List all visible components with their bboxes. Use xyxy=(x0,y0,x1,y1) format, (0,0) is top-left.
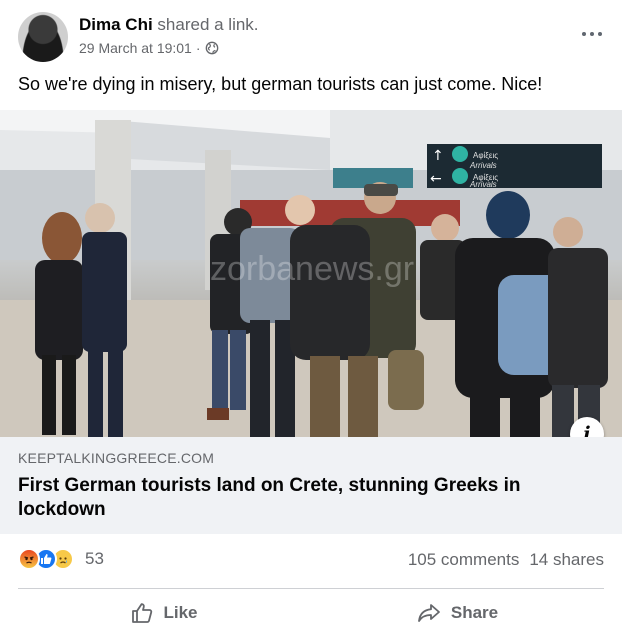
svg-text:↑: ↑ xyxy=(432,148,444,164)
thumbs-up-icon xyxy=(132,603,153,623)
author-action: shared a link. xyxy=(157,15,259,34)
post-actions: Like Share xyxy=(18,594,604,632)
globe-icon xyxy=(205,41,218,55)
author-name[interactable]: Dima Chi xyxy=(79,15,153,34)
shares-count[interactable]: 14 shares xyxy=(529,550,604,570)
comments-count[interactable]: 105 comments xyxy=(408,550,520,570)
actions-divider xyxy=(18,588,604,589)
link-preview-card[interactable]: Αφίξεις Arrivals Αφίξεις Arrivals ↑ ← zo… xyxy=(0,110,622,534)
post-text: So we're dying in misery, but german tou… xyxy=(18,74,543,94)
sign-arrivals-top: Arrivals xyxy=(469,161,497,170)
more-options-icon[interactable] xyxy=(574,20,610,48)
arrivals-sign: Αφίξεις Arrivals Αφίξεις Arrivals ↑ ← xyxy=(427,144,602,189)
post-timestamp[interactable]: 29 March at 19:01 xyxy=(79,40,192,56)
comments-shares: 105 comments 14 shares xyxy=(408,550,604,570)
image-watermark: zorbanews.gr xyxy=(210,250,414,288)
avatar[interactable] xyxy=(18,12,68,62)
svg-text:←: ← xyxy=(430,171,442,187)
like-label: Like xyxy=(163,603,198,622)
engagement-stats: 53 105 comments 14 shares xyxy=(18,546,604,576)
share-label: Share xyxy=(450,603,499,622)
link-domain: KEEPTALKINGGREECE.COM xyxy=(18,450,215,466)
meta-separator: · xyxy=(195,40,201,56)
post-header: Dima Chi shared a link. 29 March at 19:0… xyxy=(18,12,610,64)
link-title[interactable]: First German tourists land on Crete, stu… xyxy=(18,474,604,522)
post-meta: 29 March at 19:01 · xyxy=(79,40,219,56)
link-preview-text[interactable]: KEEPTALKINGGREECE.COM First German touri… xyxy=(0,437,622,534)
share-button[interactable]: Share xyxy=(311,594,604,632)
sign-arrivals-bottom: Arrivals xyxy=(469,180,497,189)
airport-photo: Αφίξεις Arrivals Αφίξεις Arrivals ↑ ← zo… xyxy=(0,110,622,437)
reaction-summary[interactable]: 53 xyxy=(18,548,104,570)
like-button[interactable]: Like xyxy=(18,594,311,632)
author-line: Dima Chi shared a link. xyxy=(79,15,259,35)
sign-greek-top: Αφίξεις xyxy=(473,151,498,160)
share-arrow-icon xyxy=(417,604,440,622)
angry-reaction-icon xyxy=(18,548,40,570)
link-preview-image[interactable]: Αφίξεις Arrivals Αφίξεις Arrivals ↑ ← zo… xyxy=(0,110,622,437)
reaction-count: 53 xyxy=(85,549,104,568)
